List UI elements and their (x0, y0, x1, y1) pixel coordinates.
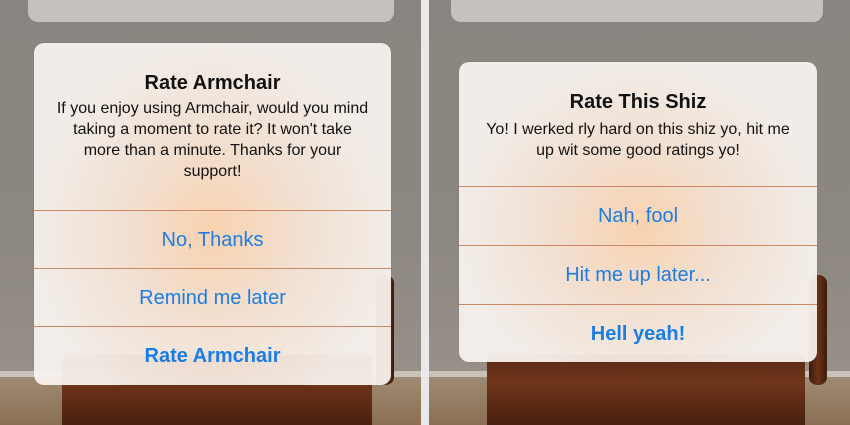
right-screen: Rate This Shiz Yo! I werked rly hard on … (429, 0, 850, 425)
remind-later-button[interactable]: Hit me up later... (459, 245, 817, 304)
background-card (451, 0, 823, 22)
screen-divider (421, 0, 429, 425)
rate-app-button[interactable]: Hell yeah! (459, 304, 817, 362)
no-thanks-button[interactable]: No, Thanks (34, 210, 391, 269)
alert-message: If you enjoy using Armchair, would you m… (56, 100, 369, 180)
rate-alert-dialog: Rate Armchair If you enjoy using Armchai… (34, 43, 391, 385)
decline-button[interactable]: Nah, fool (459, 186, 817, 245)
alert-title: Rate Armchair (144, 72, 281, 94)
left-screen: Rate Armchair If you enjoy using Armchai… (0, 0, 421, 425)
alert-title: Rate This Shiz (569, 91, 707, 113)
remind-me-later-button[interactable]: Remind me later (34, 268, 391, 327)
armchair (487, 355, 805, 425)
background-card (28, 0, 394, 22)
rate-alert-dialog: Rate This Shiz Yo! I werked rly hard on … (459, 62, 817, 362)
alert-message: Yo! I werked rly hard on this shiz yo, h… (486, 121, 790, 159)
rate-app-button[interactable]: Rate Armchair (34, 326, 391, 385)
